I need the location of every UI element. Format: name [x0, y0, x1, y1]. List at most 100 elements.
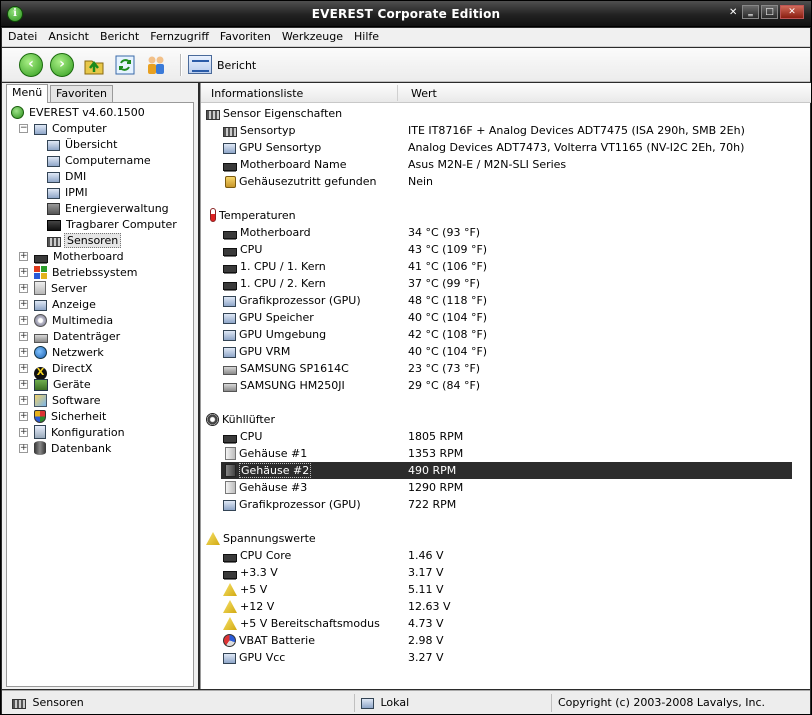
group-header[interactable]: Temperaturen	[201, 207, 793, 224]
list-row[interactable]: +5 V 5.11 V	[201, 581, 793, 598]
column-header-value[interactable]: Wert	[411, 87, 437, 100]
tree-item-geräte[interactable]: + Geräte	[19, 377, 93, 393]
expand-icon[interactable]: +	[19, 428, 28, 437]
tree-item-datenträger[interactable]: + Datenträger	[19, 329, 122, 345]
list-row[interactable]: +5 V Bereitschaftsmodus 4.73 V	[201, 615, 793, 632]
tree-item-datenbank[interactable]: + Datenbank	[19, 441, 113, 457]
expand-icon[interactable]: +	[19, 380, 28, 389]
tree-item-server[interactable]: + Server	[19, 281, 89, 297]
row-label: CPU Core	[240, 549, 292, 562]
forward-button[interactable]: ›	[50, 53, 74, 77]
expand-icon[interactable]: +	[19, 268, 28, 277]
tree-item-betriebssystem[interactable]: + Betriebssystem	[19, 265, 139, 281]
tree-item-software[interactable]: + Software	[19, 393, 103, 409]
expand-icon[interactable]: +	[19, 284, 28, 293]
expand-icon[interactable]: +	[19, 444, 28, 453]
details-pane: Informationsliste Wert Sensor Eigenschaf…	[200, 83, 811, 689]
tree-item-netzwerk[interactable]: + Netzwerk	[19, 345, 106, 361]
list-row[interactable]: SAMSUNG HM250JI 29 °C (84 °F)	[201, 377, 793, 394]
list-row[interactable]: CPU Core 1.46 V	[201, 547, 793, 564]
list-row[interactable]: 1. CPU / 2. Kern 37 °C (99 °F)	[201, 275, 793, 292]
menu-3[interactable]: Fernzugriff	[144, 28, 214, 43]
maximize-button[interactable]: □	[761, 5, 778, 19]
list-row[interactable]: VBAT Batterie 2.98 V	[201, 632, 793, 649]
list-row[interactable]: Motherboard 34 °C (93 °F)	[201, 224, 793, 241]
list-row[interactable]: Sensortyp ITE IT8716F + Analog Devices AD…	[201, 122, 793, 139]
list-row[interactable]: +3.3 V 3.17 V	[201, 564, 793, 581]
tree-item-computer[interactable]: − Computer	[19, 121, 109, 137]
title-bar[interactable]: i EVEREST Corporate Edition ✕ ‗ □ ✕	[1, 1, 811, 27]
expand-icon[interactable]: +	[19, 412, 28, 421]
list-row[interactable]: Grafikprozessor (GPU) 722 RPM	[201, 496, 793, 513]
tab-menu[interactable]: Menü	[6, 84, 49, 103]
cpu-icon	[223, 282, 237, 290]
refresh-button[interactable]	[113, 53, 137, 77]
list-row[interactable]: Gehäuse #2 490 RPM	[221, 462, 792, 479]
close-document-icon[interactable]: ✕	[729, 8, 739, 18]
group-header[interactable]: Sensor Eigenschaften	[201, 105, 793, 122]
close-button[interactable]: ✕	[780, 5, 804, 19]
list-row[interactable]: GPU Umgebung 42 °C (108 °F)	[201, 326, 793, 343]
tree-item-sicherheit[interactable]: + Sicherheit	[19, 409, 108, 425]
list-row[interactable]: CPU 43 °C (109 °F)	[201, 241, 793, 258]
list-row[interactable]: Grafikprozessor (GPU) 48 °C (118 °F)	[201, 292, 793, 309]
list-row[interactable]: GPU VRM 40 °C (104 °F)	[201, 343, 793, 360]
tree-item-ipmi[interactable]: IPMI	[47, 185, 90, 201]
tree-item-energieverwaltung[interactable]: Energieverwaltung	[47, 201, 171, 217]
expand-icon[interactable]: +	[19, 252, 28, 261]
list-row[interactable]: Gehäuse #1 1353 RPM	[201, 445, 793, 462]
navigation-tree[interactable]: EVEREST v4.60.1500− Computer Übersicht Comp…	[6, 102, 194, 687]
tree-item-motherboard[interactable]: + Motherboard	[19, 249, 126, 265]
group-header[interactable]: Kühllüfter	[201, 411, 793, 428]
list-row[interactable]: GPU Vcc 3.27 V	[201, 649, 793, 666]
tree-item-label: DirectX	[52, 362, 93, 375]
users-button[interactable]	[144, 53, 168, 77]
list-row[interactable]: GPU Speicher 40 °C (104 °F)	[201, 309, 793, 326]
menu-6[interactable]: Hilfe	[348, 28, 384, 43]
tab-favorites[interactable]: Favoriten	[50, 85, 113, 102]
menu-4[interactable]: Favoriten	[214, 28, 276, 43]
tree-item-übersicht[interactable]: Übersicht	[47, 137, 119, 153]
list-row[interactable]: Motherboard Name Asus M2N-E / M2N-SLI Ser…	[201, 156, 793, 173]
expand-icon[interactable]: +	[19, 396, 28, 405]
tree-item-konfiguration[interactable]: + Konfiguration	[19, 425, 127, 441]
collapse-icon[interactable]: −	[19, 124, 28, 133]
row-label: SAMSUNG SP1614C	[240, 362, 349, 375]
up-folder-button[interactable]	[82, 53, 106, 77]
menu-2[interactable]: Bericht	[94, 28, 144, 43]
column-divider[interactable]	[397, 85, 398, 101]
expand-icon[interactable]: +	[19, 316, 28, 325]
tree-item-multimedia[interactable]: + Multimedia	[19, 313, 115, 329]
list-row[interactable]: SAMSUNG SP1614C 23 °C (73 °F)	[201, 360, 793, 377]
menu-1[interactable]: Ansicht	[42, 28, 94, 43]
expand-icon[interactable]: +	[19, 300, 28, 309]
tree-item-everest-v4-60-1500[interactable]: EVEREST v4.60.1500	[11, 105, 147, 121]
row-value: 3.27 V	[408, 651, 444, 664]
list-row[interactable]: CPU 1805 RPM	[201, 428, 793, 445]
security-icon	[34, 410, 46, 423]
tree-item-directx[interactable]: + X DirectX	[19, 361, 94, 380]
tree-item-dmi[interactable]: DMI	[47, 169, 88, 185]
menu-0[interactable]: Datei	[2, 28, 42, 43]
row-label: +5 V Bereitschaftsmodus	[240, 617, 380, 630]
report-icon	[188, 55, 212, 74]
list-row[interactable]: Gehäusezutritt gefunden Nein	[201, 173, 793, 190]
column-header-field[interactable]: Informationsliste	[211, 87, 303, 100]
back-button[interactable]: ‹	[19, 53, 43, 77]
expand-icon[interactable]: +	[19, 332, 28, 341]
expand-icon[interactable]: +	[19, 364, 28, 373]
tree-item-tragbarer-computer[interactable]: Tragbarer Computer	[47, 217, 179, 233]
list-row[interactable]: Gehäuse #3 1290 RPM	[201, 479, 793, 496]
tree-item-anzeige[interactable]: + Anzeige	[19, 297, 98, 313]
tree-item-computername[interactable]: Computername	[47, 153, 153, 169]
expand-icon[interactable]: +	[19, 348, 28, 357]
group-header[interactable]: Spannungswerte	[201, 530, 793, 547]
list-row[interactable]: GPU Sensortyp Analog Devices ADT7473, Vol…	[201, 139, 793, 156]
minimize-button[interactable]: ‗	[742, 5, 759, 19]
display-icon	[223, 653, 236, 664]
menu-5[interactable]: Werkzeuge	[276, 28, 348, 43]
tree-item-sensoren[interactable]: Sensoren	[47, 233, 122, 249]
list-row[interactable]: +12 V 12.63 V	[201, 598, 793, 615]
list-row[interactable]: 1. CPU / 1. Kern 41 °C (106 °F)	[201, 258, 793, 275]
motherboard-icon	[34, 255, 48, 263]
